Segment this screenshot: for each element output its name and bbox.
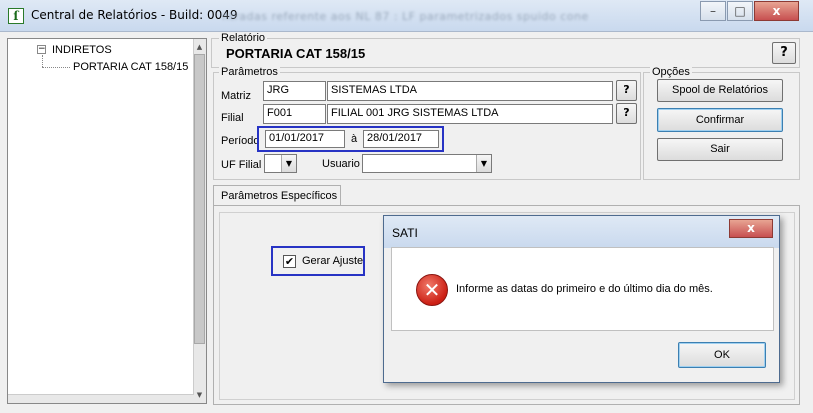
scroll-down-icon[interactable]: ▼ — [194, 388, 205, 402]
filial-lookup-button[interactable]: ? — [616, 103, 637, 124]
tree-node-indiretos[interactable]: INDIRETOS — [52, 44, 112, 56]
periodo-label: Período — [221, 135, 260, 147]
matriz-lookup-button[interactable]: ? — [616, 80, 637, 101]
chevron-down-icon[interactable]: ▼ — [476, 155, 491, 172]
confirmar-button[interactable]: Confirmar — [657, 108, 783, 132]
dialog-message: Informe as datas do primeiro e do último… — [456, 283, 713, 295]
tab-label: Parâmetros Específicos — [221, 190, 338, 202]
error-icon: ✕ — [416, 274, 448, 306]
matriz-name-input[interactable]: SISTEMAS LTDA — [327, 81, 613, 101]
report-name: PORTARIA CAT 158/15 — [226, 46, 366, 61]
gerar-ajuste-label: Gerar Ajuste — [302, 255, 364, 267]
dialog-close-button[interactable]: x — [729, 219, 773, 238]
tab-parametros-especificos[interactable]: Parâmetros Específicos — [213, 185, 341, 206]
parametros-group-label: Parâmetros — [219, 66, 280, 78]
relatorio-group-label: Relatório — [219, 32, 268, 44]
maximize-button[interactable]: □ — [727, 1, 753, 21]
filial-name-input[interactable]: FILIAL 001 JRG SISTEMAS LTDA — [327, 104, 613, 124]
collapse-icon[interactable]: − — [37, 45, 46, 54]
tree-horizontal-scrollbar[interactable] — [8, 394, 194, 403]
report-help-button[interactable]: ? — [772, 42, 796, 64]
blurred-title-text: ntradas referente aos NL 87 : LF paramet… — [222, 10, 589, 23]
data-fim-input[interactable]: 28/01/2017 — [363, 130, 439, 148]
close-button[interactable]: x — [754, 1, 799, 21]
ok-button[interactable]: OK — [678, 342, 766, 368]
dialog-title: SATI — [392, 226, 418, 240]
minimize-button[interactable]: – — [700, 1, 726, 21]
scroll-thumb[interactable] — [194, 54, 205, 344]
app-icon: ſ — [8, 8, 24, 24]
spool-button[interactable]: Spool de Relatórios — [657, 79, 783, 102]
dialog-title-bar — [384, 216, 779, 248]
scroll-up-icon[interactable]: ▲ — [194, 40, 205, 54]
window-title: Central de Relatórios - Build: 0049 — [31, 8, 238, 22]
uf-filial-label: UF Filial — [221, 159, 262, 171]
tree-node-portaria[interactable]: PORTARIA CAT 158/15 — [73, 61, 188, 73]
data-inicio-input[interactable]: 01/01/2017 — [265, 130, 345, 148]
matriz-code-input[interactable]: JRG — [263, 81, 326, 101]
usuario-label: Usuario — [322, 158, 360, 170]
matriz-label: Matriz — [221, 90, 251, 102]
gerar-ajuste-checkbox[interactable]: ✔ — [283, 255, 296, 268]
report-tree[interactable] — [7, 38, 207, 404]
filial-label: Filial — [221, 112, 244, 124]
tree-line — [42, 55, 43, 67]
periodo-separator: à — [351, 133, 358, 145]
tree-line — [42, 67, 70, 68]
opcoes-group-label: Opções — [650, 66, 692, 78]
usuario-select[interactable] — [362, 154, 492, 173]
chevron-down-icon[interactable]: ▼ — [281, 155, 296, 172]
filial-code-input[interactable]: F001 — [263, 104, 326, 124]
sair-button[interactable]: Sair — [657, 138, 783, 161]
